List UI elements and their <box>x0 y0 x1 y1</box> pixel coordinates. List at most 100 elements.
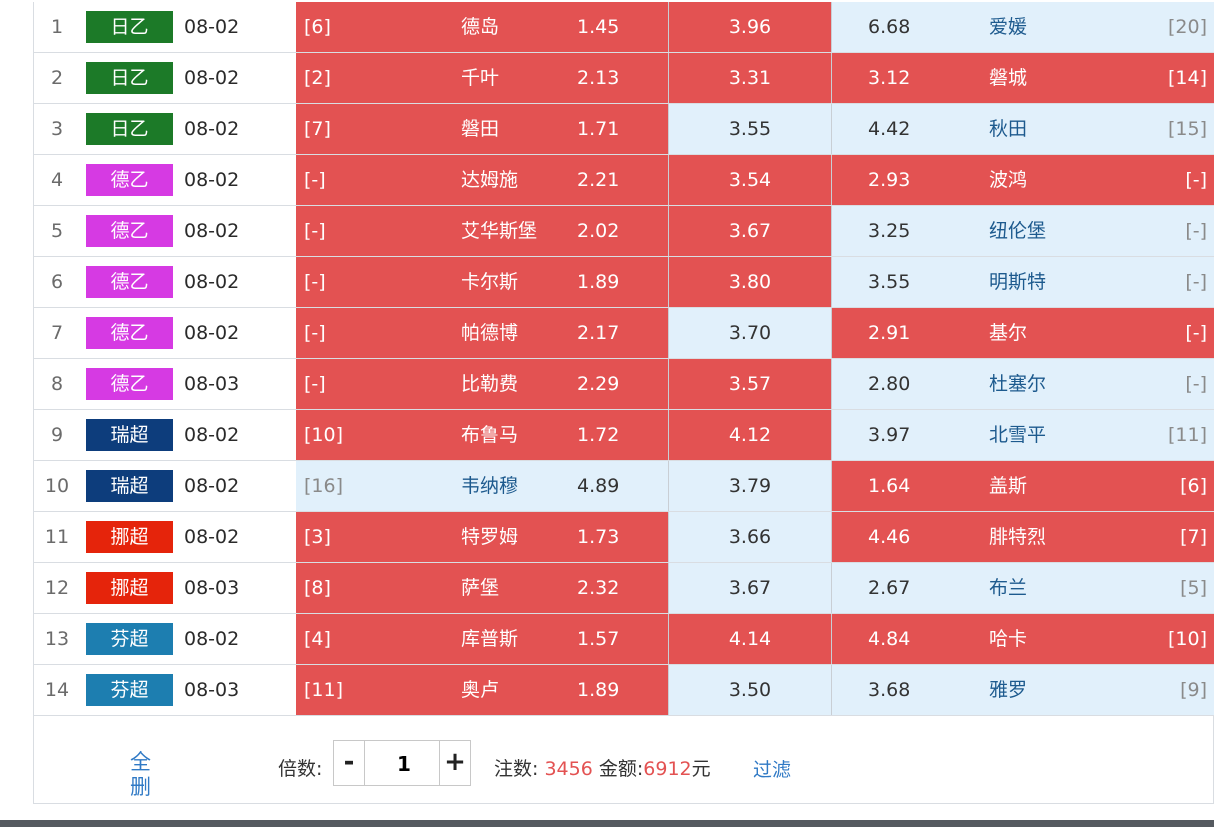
match-index: 11 <box>44 526 70 548</box>
away-team: 基尔 <box>989 322 1028 344</box>
away-win-cell[interactable]: 3.12 磐城 [14] <box>831 53 1214 103</box>
match-time: 08-02 22:00 <box>184 628 240 700</box>
away-win-cell[interactable]: 1.64 盖斯 [6] <box>831 461 1214 511</box>
clear-all-button[interactable]: 全删 <box>130 750 154 800</box>
away-team: 明斯特 <box>989 271 1047 293</box>
draw-cell[interactable]: 3.70 <box>668 308 831 358</box>
filter-link[interactable]: 过滤 <box>753 755 791 782</box>
away-rank: [11] <box>1167 424 1207 446</box>
draw-cell[interactable]: 3.80 <box>668 257 831 307</box>
home-team: 比勒费 <box>461 373 519 395</box>
draw-cell[interactable]: 3.54 <box>668 155 831 205</box>
league-badge: 德乙 <box>86 164 173 196</box>
away-team: 腓特烈 <box>989 526 1047 548</box>
away-win-cell[interactable]: 4.42 秋田 [15] <box>831 104 1214 154</box>
league-badge: 日乙 <box>86 62 173 94</box>
away-win-cell[interactable]: 2.80 杜塞尔 [-] <box>831 359 1214 409</box>
match-time: 08-03 00:00 <box>184 679 240 751</box>
home-win-cell[interactable]: [-] 帕德博 2.17 <box>296 308 668 358</box>
amount-value: 6912 <box>643 758 692 780</box>
league-badge: 德乙 <box>86 215 173 247</box>
home-rank: [-] <box>304 322 326 344</box>
home-rank: [6] <box>304 16 331 38</box>
match-index: 13 <box>44 628 70 650</box>
home-win-cell[interactable]: [2] 千叶 2.13 <box>296 53 668 103</box>
away-win-cell[interactable]: 4.46 腓特烈 [7] <box>831 512 1214 562</box>
draw-cell[interactable]: 3.50 <box>668 665 831 715</box>
home-odds: 1.45 <box>577 16 620 38</box>
draw-cell[interactable]: 3.66 <box>668 512 831 562</box>
bottom-scrollbar <box>0 820 1214 827</box>
away-team: 杜塞尔 <box>989 373 1047 395</box>
away-win-cell[interactable]: 3.55 明斯特 [-] <box>831 257 1214 307</box>
match-index: 3 <box>50 118 64 140</box>
draw-cell[interactable]: 4.14 <box>668 614 831 664</box>
away-team: 雅罗 <box>989 679 1028 701</box>
home-win-cell[interactable]: [-] 比勒费 2.29 <box>296 359 668 409</box>
match-row: 3 日乙 08-02 18:30 [7] 磐田 1.71 3.55 4.42 秋田 [15] <box>34 104 1214 190</box>
home-rank: [4] <box>304 628 331 650</box>
match-index: 7 <box>50 322 64 344</box>
away-rank: [-] <box>1185 220 1207 242</box>
away-win-cell[interactable]: 4.84 哈卡 [10] <box>831 614 1214 664</box>
draw-cell[interactable]: 3.31 <box>668 53 831 103</box>
home-win-cell[interactable]: [7] 磐田 1.71 <box>296 104 668 154</box>
away-win-cell[interactable]: 6.68 爱媛 [20] <box>831 2 1214 52</box>
home-odds: 2.29 <box>577 373 620 395</box>
home-win-cell[interactable]: [3] 特罗姆 1.73 <box>296 512 668 562</box>
home-win-cell[interactable]: [4] 库普斯 1.57 <box>296 614 668 664</box>
match-index: 14 <box>44 679 70 701</box>
home-win-cell[interactable]: [-] 达姆施 2.21 <box>296 155 668 205</box>
away-win-cell[interactable]: 2.91 基尔 [-] <box>831 308 1214 358</box>
draw-cell[interactable]: 3.67 <box>668 206 831 256</box>
away-win-cell[interactable]: 3.97 北雪平 [11] <box>831 410 1214 460</box>
match-time: 08-02 19:00 <box>184 169 240 241</box>
match-time: 08-02 22:00 <box>184 526 240 598</box>
league-badge: 芬超 <box>86 674 173 706</box>
home-odds: 1.57 <box>577 628 620 650</box>
home-win-cell[interactable]: [16] 韦纳穆 4.89 <box>296 461 668 511</box>
decrease-button[interactable]: - <box>334 741 365 785</box>
league-badge: 挪超 <box>86 572 173 604</box>
draw-cell[interactable]: 3.55 <box>668 104 831 154</box>
match-time: 08-02 19:00 <box>184 220 240 292</box>
home-win-cell[interactable]: [8] 萨堡 2.32 <box>296 563 668 613</box>
match-row: 8 德乙 08-03 02:30 [-] 比勒费 2.29 3.57 2.80 杜塞尔 [-] <box>34 359 1214 445</box>
home-team: 艾华斯堡 <box>461 220 538 242</box>
home-win-cell[interactable]: [11] 奥卢 1.89 <box>296 665 668 715</box>
home-team: 奥卢 <box>461 679 500 701</box>
away-win-cell[interactable]: 3.68 雅罗 [9] <box>831 665 1214 715</box>
draw-cell[interactable]: 3.79 <box>668 461 831 511</box>
home-team: 德岛 <box>461 16 500 38</box>
away-win-cell[interactable]: 3.25 纽伦堡 [-] <box>831 206 1214 256</box>
home-team: 萨堡 <box>461 577 500 599</box>
match-row: 9 瑞超 08-02 21:00 [10] 布鲁马 1.72 4.12 3.97 北雪平 [11] <box>34 410 1214 496</box>
away-odds: 3.25 <box>868 220 911 242</box>
home-win-cell[interactable]: [10] 布鲁马 1.72 <box>296 410 668 460</box>
draw-cell[interactable]: 3.57 <box>668 359 831 409</box>
match-time: 08-02 18:00 <box>184 16 240 88</box>
home-win-cell[interactable]: [6] 德岛 1.45 <box>296 2 668 52</box>
multiplier-stepper: - + <box>333 740 471 787</box>
home-team: 卡尔斯 <box>461 271 519 293</box>
draw-cell[interactable]: 3.67 <box>668 563 831 613</box>
home-odds: 1.71 <box>577 118 620 140</box>
away-rank: [-] <box>1185 169 1207 191</box>
increase-button[interactable]: + <box>439 741 470 785</box>
away-odds: 1.64 <box>868 475 911 497</box>
away-rank: [-] <box>1185 271 1207 293</box>
away-rank: [5] <box>1180 577 1207 599</box>
match-row: 7 德乙 08-02 19:00 [-] 帕德博 2.17 3.70 2.91 基尔 [-] <box>34 308 1214 394</box>
multiplier-input[interactable] <box>365 741 443 787</box>
home-win-cell[interactable]: [-] 卡尔斯 1.89 <box>296 257 668 307</box>
home-win-cell[interactable]: [-] 艾华斯堡 2.02 <box>296 206 668 256</box>
match-row: 11 挪超 08-02 22:00 [3] 特罗姆 1.73 3.66 4.46 腓特烈 [7] <box>34 512 1214 598</box>
draw-cell[interactable]: 3.96 <box>668 2 831 52</box>
match-time: 08-02 19:00 <box>184 322 240 394</box>
away-team: 布兰 <box>989 577 1028 599</box>
away-win-cell[interactable]: 2.67 布兰 [5] <box>831 563 1214 613</box>
away-win-cell[interactable]: 2.93 波鸿 [-] <box>831 155 1214 205</box>
away-rank: [20] <box>1167 16 1207 38</box>
draw-cell[interactable]: 4.12 <box>668 410 831 460</box>
home-odds: 2.21 <box>577 169 620 191</box>
